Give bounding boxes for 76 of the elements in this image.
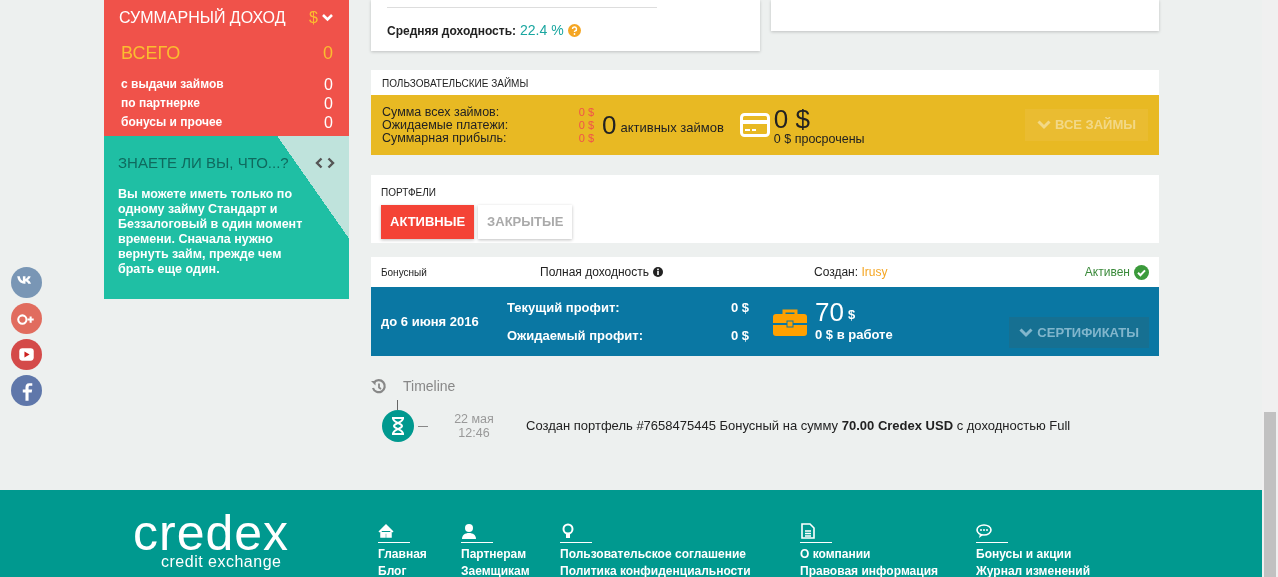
summary-label: Ожидаемые платежи:: [382, 118, 509, 132]
summary-label: Суммарная прибыль:: [382, 131, 507, 145]
status-label: Активен: [1084, 264, 1130, 281]
footer-link[interactable]: Журнал изменений: [976, 562, 1146, 577]
hourglass-icon: [382, 410, 414, 442]
portfolio-type: Бонусный: [381, 265, 428, 280]
chevron-down-icon[interactable]: [322, 14, 333, 22]
summary-value: 0 $: [577, 105, 594, 119]
footer-link[interactable]: О компании: [800, 545, 976, 563]
footer-link[interactable]: Политика конфиденциальности: [560, 562, 800, 577]
footer-link[interactable]: Бонусы и акции: [976, 545, 1146, 563]
social-icon[interactable]: [11, 375, 42, 406]
income-label: по партнерке: [121, 95, 200, 112]
section-title: ПОЛЬЗОВАТЕЛЬСКИЕ ЗАЙМЫ: [371, 70, 1159, 95]
total-label: ВСЕГО: [121, 42, 181, 65]
amount-unit: $: [847, 306, 856, 325]
section-title: ПОРТФЕЛИ: [381, 186, 437, 200]
social-icon[interactable]: [11, 339, 42, 370]
summary-label: Сумма всех займов:: [382, 105, 500, 119]
logo-tagline: credit exchange: [161, 554, 282, 570]
footer-link[interactable]: Заемщикам: [461, 562, 560, 577]
total-value: 0: [323, 42, 333, 65]
check-circle-icon: [1134, 264, 1149, 280]
in-work-label: 0 $ в работе: [815, 325, 893, 344]
footer-link[interactable]: Блог: [378, 562, 461, 577]
profit-label: Ожидаемый профит:: [507, 326, 643, 345]
chevron-down-icon: [1037, 120, 1051, 130]
income-value: 0: [324, 94, 333, 113]
overdue-amount: 0 $: [773, 104, 811, 133]
portfolio-amount: 70: [815, 298, 844, 325]
home-icon: [378, 522, 394, 539]
creator-info: Создан: Irusy: [814, 264, 888, 281]
income-value: 0: [324, 75, 333, 94]
chevron-down-icon: [1019, 327, 1034, 338]
footer-link[interactable]: Партнерам: [461, 545, 560, 563]
yield-label: Полная доходность: [540, 264, 650, 281]
due-date: до 6 июня 2016: [381, 312, 480, 331]
speech-bubble-icon: [976, 522, 992, 539]
social-icon[interactable]: [11, 303, 42, 334]
profit-value: 0 $: [730, 299, 749, 317]
logo[interactable]: credex: [133, 512, 290, 554]
history-icon: [371, 378, 387, 395]
lightbulb-icon: [560, 522, 576, 539]
document-icon: [800, 522, 816, 539]
currency-selector[interactable]: $: [309, 6, 318, 30]
chevron-left-icon[interactable]: [315, 157, 323, 170]
profit-value: 0 $: [730, 326, 749, 345]
summary-value: 0 $: [577, 118, 594, 132]
social-icon[interactable]: [11, 267, 42, 298]
credit-card-icon: [739, 113, 770, 137]
panel-title: СУММАРНЫЙ ДОХОД: [119, 7, 286, 28]
footer-link[interactable]: Пользовательское соглашение: [560, 545, 800, 563]
footer-link[interactable]: Правовая информация: [800, 562, 976, 577]
stat-label: Средняя доходность:: [387, 22, 517, 40]
event-time: 12:46: [457, 426, 491, 440]
income-label: с выдачи займов: [121, 76, 224, 93]
overdue-label: 0 $ просрочены: [773, 132, 865, 146]
portfolio-tab[interactable]: АКТИВНЫЕ: [381, 205, 475, 239]
briefcase-icon: [773, 307, 807, 336]
tip-title: ЗНАЕТЕ ЛИ ВЫ, ЧТО...?: [118, 153, 289, 173]
timeline-title: Timeline: [403, 377, 456, 396]
tip-text: Вы можете иметь только по одному займу Стандарт и Беззалоговый в один момент времени. Сначала нужно вернуть займ, прежде чем брать еще один.: [118, 186, 304, 277]
active-count: 0: [602, 111, 617, 139]
income-value: 0: [324, 113, 333, 132]
person-icon: [461, 522, 477, 539]
chevron-right-icon[interactable]: [327, 157, 335, 170]
income-label: бонусы и прочее: [121, 114, 223, 131]
portfolio-tab[interactable]: ЗАКРЫТЫЕ: [478, 205, 573, 239]
active-label: активных займов: [620, 119, 724, 138]
info-icon[interactable]: [653, 267, 664, 277]
event-date: 22 мая: [453, 412, 495, 426]
event-text: Создан портфель #7658475445 Бонусный на сумму 70.00 Credex USD с доходностью Full: [526, 417, 1071, 436]
summary-value: 0 $: [577, 131, 594, 145]
profit-label: Текущий профит:: [507, 299, 620, 317]
footer-link[interactable]: Главная: [378, 545, 461, 563]
stat-value: 22.4 %: [520, 21, 564, 40]
